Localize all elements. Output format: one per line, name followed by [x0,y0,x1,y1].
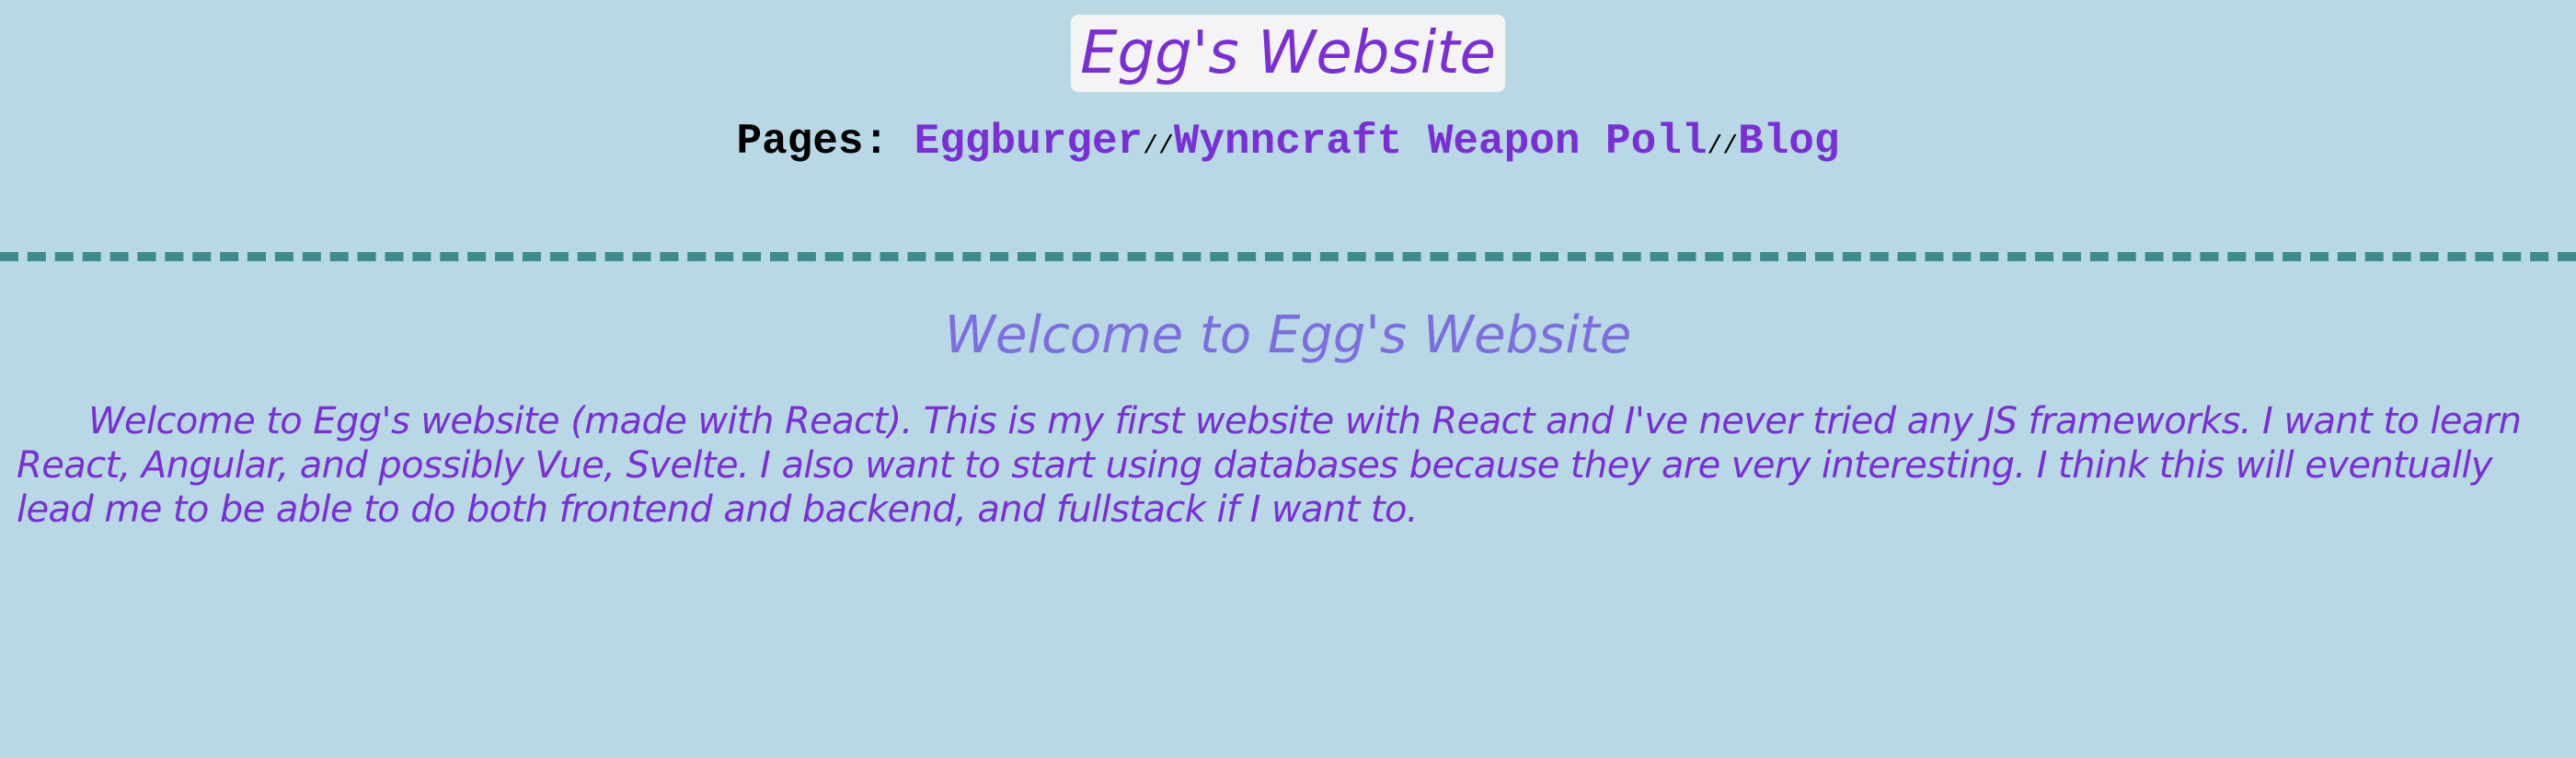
site-header: Egg's Website Pages: Eggburger//Wynncraf… [0,0,2576,175]
welcome-paragraph: Welcome to Egg's website (made with Reac… [17,400,2522,531]
site-title: Egg's Website [1071,15,1505,92]
pages-label: Pages: [736,118,890,166]
pages-nav: Pages: Eggburger//Wynncraft Weapon Poll/… [0,114,2576,175]
nav-link-blog[interactable]: Blog [1738,118,1839,166]
dashed-divider [0,252,2576,261]
main-content: Welcome to Egg's Website Welcome to Egg'… [0,294,2576,532]
nav-separator: // [1143,132,1174,161]
welcome-heading: Welcome to Egg's Website [944,305,1632,365]
nav-link-eggburger[interactable]: Eggburger [914,118,1143,166]
nav-separator: // [1707,132,1739,161]
nav-link-wynncraft-weapon-poll[interactable]: Wynncraft Weapon Poll [1174,118,1708,166]
